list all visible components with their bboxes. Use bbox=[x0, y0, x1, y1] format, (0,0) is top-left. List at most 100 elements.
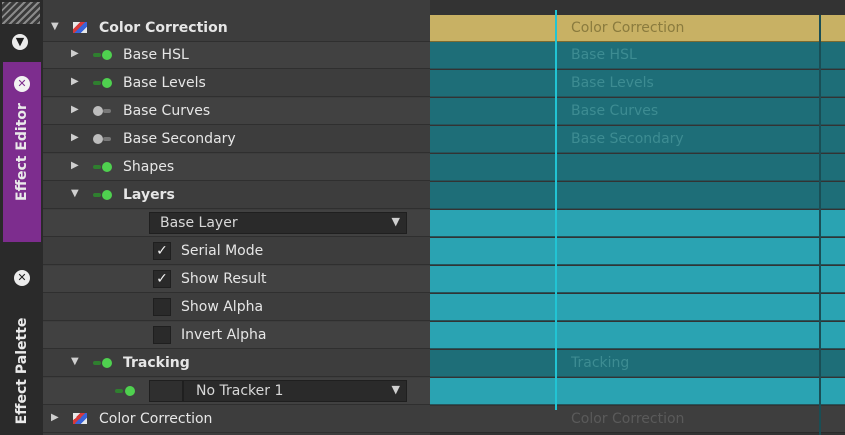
item-label: Base Secondary bbox=[123, 131, 236, 147]
tracking-label: Tracking bbox=[123, 355, 190, 371]
item-label: Base Curves bbox=[123, 103, 211, 119]
track-color-correction[interactable]: Color Correction bbox=[430, 15, 845, 42]
tree-row-show-alpha: Show Alpha bbox=[43, 294, 430, 321]
green-dot-icon[interactable] bbox=[125, 386, 135, 396]
clip-label: Base Levels bbox=[571, 75, 654, 91]
track-base-hsl[interactable]: Base HSL bbox=[430, 42, 845, 69]
clip-label: Color Correction bbox=[571, 411, 685, 427]
timeline-panel[interactable]: Color Correction Base HSL Base Levels Ba… bbox=[430, 0, 845, 435]
tab-effect-editor[interactable]: ✕ Effect Editor bbox=[3, 62, 41, 242]
green-dot-icon[interactable] bbox=[102, 190, 112, 200]
toggle-track bbox=[103, 137, 111, 141]
tree-row-show-result: ✓ Show Result bbox=[43, 266, 430, 293]
effect-name: Color Correction bbox=[99, 20, 228, 36]
item-label: Base HSL bbox=[123, 47, 189, 63]
caret-right-icon[interactable]: ▶ bbox=[71, 104, 79, 115]
caret-down-icon[interactable]: ▼ bbox=[71, 188, 79, 199]
clip-label: Base Curves bbox=[571, 103, 659, 119]
checkbox-label: Show Result bbox=[181, 271, 267, 287]
track-base-secondary[interactable]: Base Secondary bbox=[430, 126, 845, 153]
tracker-dropdown[interactable]: No Tracker 1 ▼ bbox=[183, 380, 407, 402]
track-layer-select[interactable] bbox=[430, 210, 845, 237]
tree-row-layers[interactable]: ▼ Layers bbox=[43, 182, 430, 209]
invert-alpha-checkbox[interactable] bbox=[153, 326, 171, 344]
tab-effect-editor-label: Effect Editor bbox=[14, 103, 30, 201]
grip-handle[interactable] bbox=[2, 2, 40, 24]
tree-row-tracking[interactable]: ▼ Tracking bbox=[43, 350, 430, 377]
gray-dot-icon[interactable] bbox=[93, 134, 103, 144]
green-dot-icon[interactable] bbox=[102, 358, 112, 368]
track-color-correction-2[interactable]: Color Correction bbox=[430, 406, 845, 433]
color-correction-icon bbox=[73, 413, 87, 424]
effect-name: Color Correction bbox=[99, 411, 213, 427]
tracker-dropdown-value: No Tracker 1 bbox=[196, 383, 284, 399]
caret-right-icon[interactable]: ▶ bbox=[71, 132, 79, 143]
toggle-track bbox=[93, 165, 101, 169]
tab-effect-palette[interactable]: ✕ Effect Palette bbox=[3, 256, 41, 435]
caret-right-icon[interactable]: ▶ bbox=[71, 76, 79, 87]
track-base-curves[interactable]: Base Curves bbox=[430, 98, 845, 125]
clip-label: Base HSL bbox=[571, 47, 637, 63]
track-base-levels[interactable]: Base Levels bbox=[430, 70, 845, 97]
caret-right-icon[interactable]: ▶ bbox=[71, 48, 79, 59]
track-invert-alpha[interactable] bbox=[430, 322, 845, 349]
green-dot-icon[interactable] bbox=[102, 162, 112, 172]
checkbox-label: Invert Alpha bbox=[181, 327, 267, 343]
show-result-checkbox[interactable]: ✓ bbox=[153, 270, 171, 288]
green-dot-icon[interactable] bbox=[102, 78, 112, 88]
green-dot-icon[interactable] bbox=[102, 50, 112, 60]
tree-row-layer-select: Base Layer ▼ bbox=[43, 210, 430, 237]
gray-dot-icon[interactable] bbox=[93, 106, 103, 116]
serial-mode-checkbox[interactable]: ✓ bbox=[153, 242, 171, 260]
color-correction-icon bbox=[73, 22, 87, 33]
tree-row-base-curves[interactable]: ▶ Base Curves bbox=[43, 98, 430, 125]
clip-label: Tracking bbox=[571, 355, 630, 371]
caret-right-icon[interactable]: ▶ bbox=[51, 412, 59, 423]
tree-row-tracker-select: No Tracker 1 ▼ bbox=[43, 378, 430, 405]
chevron-down-icon: ▼ bbox=[391, 215, 400, 228]
tree-row-color-correction[interactable]: ▼ Color Correction bbox=[43, 15, 430, 42]
item-label: Shapes bbox=[123, 159, 175, 175]
tree-row-base-levels[interactable]: ▶ Base Levels bbox=[43, 70, 430, 97]
chevron-down-icon: ▼ bbox=[391, 383, 400, 396]
caret-down-icon[interactable]: ▼ bbox=[71, 356, 79, 367]
caret-right-icon[interactable]: ▶ bbox=[71, 160, 79, 171]
track-tracker-select[interactable] bbox=[430, 378, 845, 405]
clip-label: Color Correction bbox=[571, 20, 685, 36]
checkbox-label: Show Alpha bbox=[181, 299, 264, 315]
track-tracking[interactable]: Tracking bbox=[430, 350, 845, 377]
toggle-track bbox=[93, 53, 101, 57]
tree-row-shapes[interactable]: ▶ Shapes bbox=[43, 154, 430, 181]
layer-dropdown-value: Base Layer bbox=[160, 215, 238, 231]
toggle-track bbox=[115, 389, 123, 393]
track-divider bbox=[819, 15, 821, 435]
effect-tree: ▼ Color Correction ▶ Base HSL ▶ Base Lev… bbox=[43, 0, 430, 435]
clip-label: Base Secondary bbox=[571, 131, 684, 147]
toggle-track bbox=[93, 361, 101, 365]
toggle-track bbox=[103, 109, 111, 113]
track-serial-mode[interactable] bbox=[430, 238, 845, 265]
track-show-result[interactable] bbox=[430, 266, 845, 293]
tree-row-color-correction-2[interactable]: ▶ Color Correction bbox=[43, 406, 430, 433]
close-icon[interactable]: ✕ bbox=[14, 270, 30, 286]
collapse-panel-icon[interactable]: ▼ bbox=[12, 34, 28, 50]
tree-row-base-hsl[interactable]: ▶ Base HSL bbox=[43, 42, 430, 69]
playhead[interactable] bbox=[555, 10, 557, 410]
track-layers[interactable] bbox=[430, 182, 845, 209]
tree-row-serial-mode: ✓ Serial Mode bbox=[43, 238, 430, 265]
tab-effect-palette-label: Effect Palette bbox=[14, 317, 30, 424]
show-alpha-checkbox[interactable] bbox=[153, 298, 171, 316]
close-icon[interactable]: ✕ bbox=[14, 76, 30, 92]
track-shapes[interactable] bbox=[430, 154, 845, 181]
toggle-track bbox=[93, 193, 101, 197]
tree-row-base-secondary[interactable]: ▶ Base Secondary bbox=[43, 126, 430, 153]
layers-label: Layers bbox=[123, 187, 175, 203]
layer-dropdown[interactable]: Base Layer ▼ bbox=[149, 212, 407, 234]
item-label: Base Levels bbox=[123, 75, 206, 91]
tree-row-invert-alpha: Invert Alpha bbox=[43, 322, 430, 349]
tracker-swatch[interactable] bbox=[149, 380, 183, 402]
caret-down-icon[interactable]: ▼ bbox=[51, 21, 59, 32]
checkbox-label: Serial Mode bbox=[181, 243, 264, 259]
track-show-alpha[interactable] bbox=[430, 294, 845, 321]
side-panel-strip: ▼ ✕ Effect Editor ✕ Effect Palette bbox=[0, 0, 43, 435]
